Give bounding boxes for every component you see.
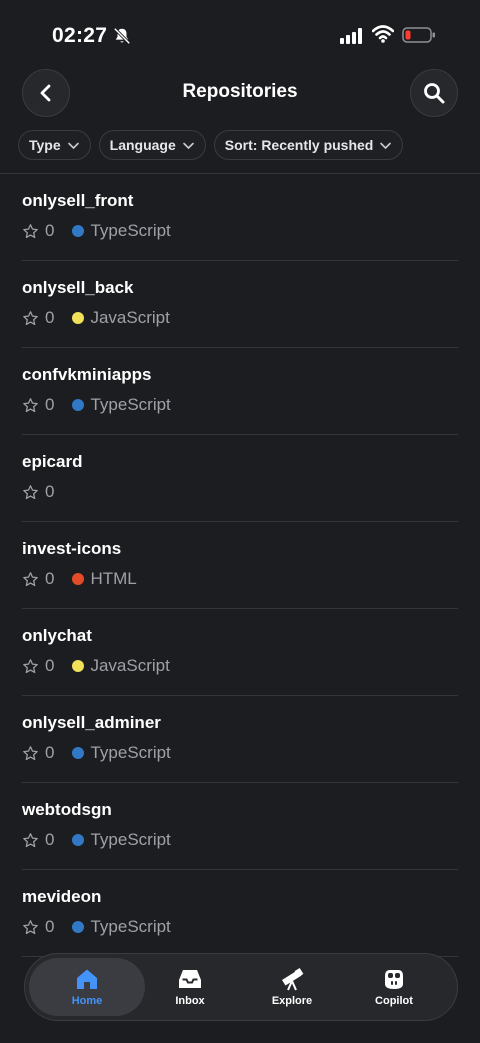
repository-meta: 0 TypeScript bbox=[22, 394, 171, 416]
repository-list: onlysell_front 0 TypeScript onlysell_bac… bbox=[0, 174, 480, 957]
language-name: TypeScript bbox=[90, 221, 171, 240]
repository-meta: 0 TypeScript bbox=[22, 742, 171, 764]
language-color-dot bbox=[72, 834, 85, 846]
language-color-dot bbox=[72, 573, 85, 585]
star-count: 0 bbox=[45, 482, 55, 501]
language-name: TypeScript bbox=[90, 743, 171, 762]
repository-name: onlysell_back bbox=[22, 278, 134, 297]
star-icon bbox=[23, 397, 38, 412]
repository-name: invest-icons bbox=[22, 539, 122, 558]
star-icon bbox=[23, 310, 38, 325]
home-icon bbox=[77, 969, 97, 989]
star-icon bbox=[23, 571, 38, 586]
page-title: Repositories bbox=[182, 81, 298, 102]
repository-name: epicard bbox=[22, 452, 83, 471]
app-header: Repositories bbox=[0, 66, 480, 122]
battery-low-icon bbox=[402, 27, 435, 43]
bell-muted-icon bbox=[113, 27, 131, 45]
tab-inbox[interactable]: Inbox bbox=[135, 954, 245, 1020]
copilot-icon bbox=[385, 970, 403, 989]
star-count: 0 bbox=[45, 569, 55, 588]
repository-meta: 0 bbox=[22, 481, 72, 503]
telescope-icon bbox=[282, 967, 304, 991]
chevron-down-icon bbox=[182, 142, 194, 149]
cellular-signal-icon bbox=[340, 28, 362, 44]
chevron-down-icon bbox=[67, 142, 79, 149]
tab-copilot[interactable]: Copilot bbox=[339, 954, 449, 1020]
repository-row[interactable]: invest-icons 0 HTML bbox=[22, 522, 458, 609]
status-time: 02:27 bbox=[52, 24, 108, 47]
star-icon bbox=[23, 658, 38, 673]
repository-row[interactable]: confvkminiapps 0 TypeScript bbox=[22, 348, 458, 435]
tab-copilot-label: Copilot bbox=[375, 995, 413, 1007]
language-color-dot bbox=[72, 399, 85, 411]
repository-meta: 0 HTML bbox=[22, 568, 137, 590]
star-count: 0 bbox=[45, 308, 55, 327]
star-icon bbox=[23, 484, 38, 499]
star-count: 0 bbox=[45, 830, 55, 849]
repository-row[interactable]: onlysell_front 0 TypeScript bbox=[22, 174, 458, 261]
type-filter-label: Type bbox=[29, 137, 61, 153]
repository-meta: 0 TypeScript bbox=[22, 829, 171, 851]
star-icon bbox=[23, 745, 38, 760]
language-name: HTML bbox=[90, 569, 137, 588]
language-name: TypeScript bbox=[90, 830, 171, 849]
type-filter[interactable]: Type bbox=[18, 130, 91, 160]
star-count: 0 bbox=[45, 743, 55, 762]
bottom-tab-bar: Home Inbox Explore Copilot bbox=[24, 953, 458, 1021]
status-bar: 02:27 bbox=[0, 0, 480, 70]
repository-meta: 0 TypeScript bbox=[22, 220, 171, 242]
repository-meta: 0 JavaScript bbox=[22, 307, 170, 329]
inbox-icon bbox=[179, 970, 201, 988]
language-name: JavaScript bbox=[90, 656, 170, 675]
repository-name: webtodsgn bbox=[22, 800, 112, 819]
tab-explore-label: Explore bbox=[271, 995, 313, 1007]
language-color-dot bbox=[72, 660, 85, 672]
repository-name: onlychat bbox=[22, 626, 92, 645]
language-name: TypeScript bbox=[90, 917, 171, 936]
star-icon bbox=[23, 832, 38, 847]
star-count: 0 bbox=[45, 656, 55, 675]
tab-explore[interactable]: Explore bbox=[237, 954, 347, 1020]
repository-row[interactable]: onlychat 0 JavaScript bbox=[22, 609, 458, 696]
language-color-dot bbox=[72, 747, 85, 759]
language-name: TypeScript bbox=[90, 395, 171, 414]
star-count: 0 bbox=[45, 917, 55, 936]
repository-name: onlysell_front bbox=[22, 191, 134, 210]
language-name: JavaScript bbox=[90, 308, 170, 327]
star-count: 0 bbox=[45, 221, 55, 240]
language-color-dot bbox=[72, 921, 85, 933]
tab-home[interactable]: Home bbox=[29, 958, 145, 1016]
repository-row[interactable]: epicard 0 bbox=[22, 435, 458, 522]
repository-name: mevideon bbox=[22, 887, 102, 906]
sort-filter-label: Sort: Recently pushed bbox=[224, 137, 374, 153]
language-color-dot bbox=[72, 225, 85, 237]
star-icon bbox=[23, 223, 38, 238]
search-button[interactable] bbox=[410, 69, 458, 117]
repository-row[interactable]: onlysell_adminer 0 TypeScript bbox=[22, 696, 458, 783]
repository-meta: 0 TypeScript bbox=[22, 916, 171, 938]
search-icon bbox=[424, 83, 445, 104]
sort-filter[interactable]: Sort: Recently pushed bbox=[213, 130, 404, 160]
filter-bar: Type Language Sort: Recently pushed bbox=[18, 130, 404, 160]
wifi-icon bbox=[372, 25, 394, 43]
language-filter-label: Language bbox=[109, 137, 176, 153]
repository-name: onlysell_adminer bbox=[22, 713, 161, 732]
repository-meta: 0 JavaScript bbox=[22, 655, 170, 677]
language-color-dot bbox=[72, 312, 85, 324]
chevron-down-icon bbox=[380, 142, 392, 149]
repository-row[interactable]: onlysell_back 0 JavaScript bbox=[22, 261, 458, 348]
star-icon bbox=[23, 919, 38, 934]
repository-row[interactable]: webtodsgn 0 TypeScript bbox=[22, 783, 458, 870]
repository-name: confvkminiapps bbox=[22, 365, 152, 384]
star-count: 0 bbox=[45, 395, 55, 414]
tab-home-label: Home bbox=[71, 995, 103, 1007]
repository-row[interactable]: mevideon 0 TypeScript bbox=[22, 870, 458, 957]
tab-inbox-label: Inbox bbox=[175, 995, 205, 1007]
language-filter[interactable]: Language bbox=[98, 130, 206, 160]
